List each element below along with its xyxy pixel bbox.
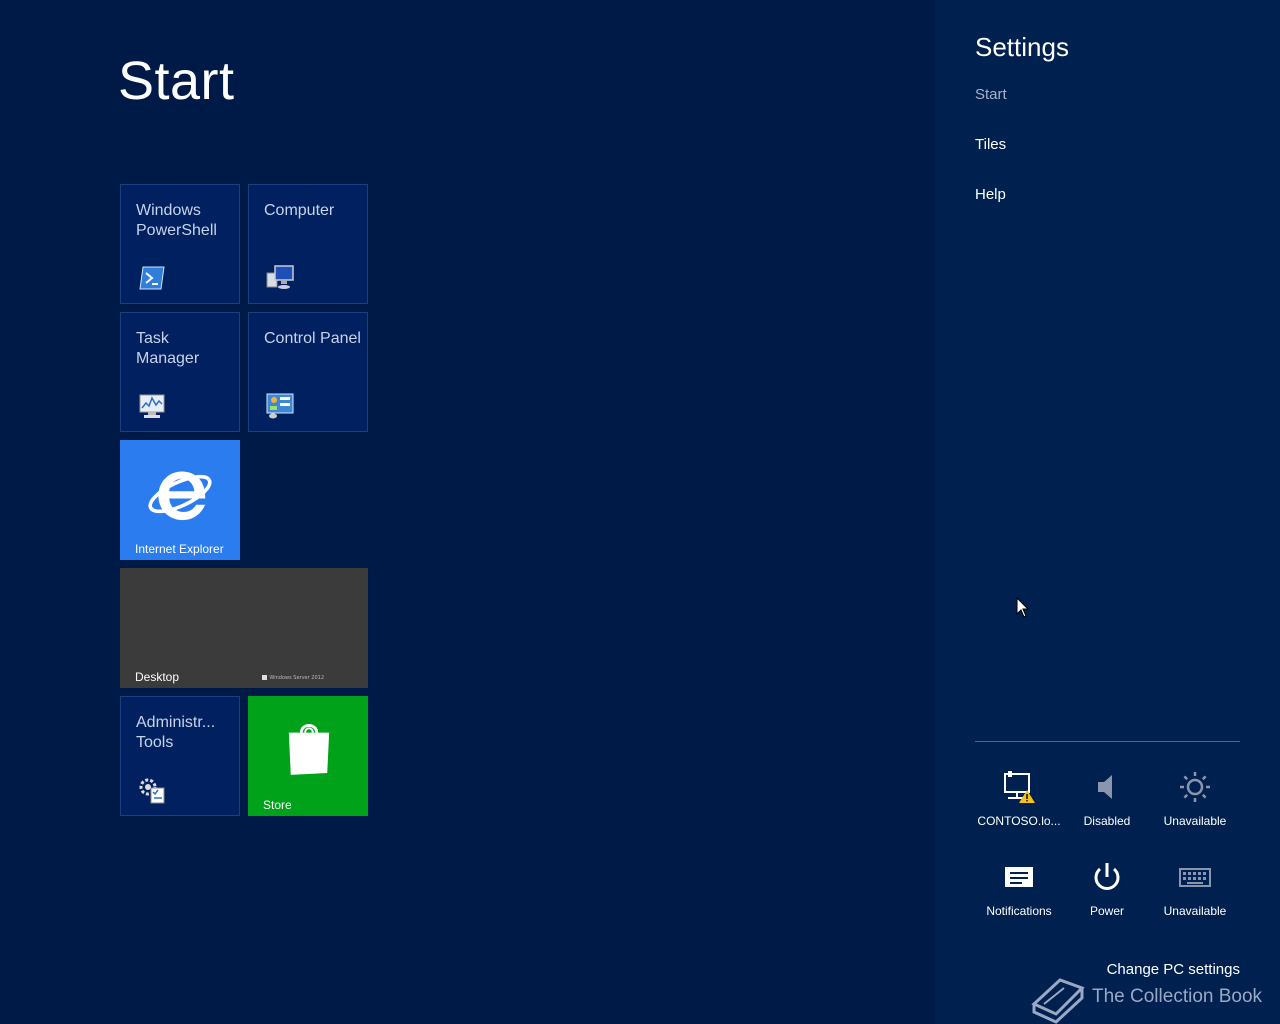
volume-label: Disabled: [1083, 814, 1131, 828]
tile-label: Computer: [264, 202, 335, 219]
brightness-icon: [1180, 772, 1210, 802]
keyboard-label: Unavailable: [1163, 904, 1227, 918]
volume-button[interactable]: Disabled: [1063, 770, 1151, 828]
admin-tools-icon: [139, 778, 165, 804]
charm-divider: [975, 741, 1240, 742]
speaker-icon: [1098, 775, 1112, 799]
tile-label: Windows PowerShell: [136, 202, 217, 239]
keyboard-button[interactable]: Unavailable: [1151, 860, 1239, 918]
windows-logo-icon: [262, 675, 268, 680]
book-icon: [1031, 978, 1085, 1024]
settings-link-tiles[interactable]: Tiles: [975, 136, 1006, 153]
network-button[interactable]: CONTOSO.lo...: [975, 770, 1063, 828]
tile-desktop[interactable]: Desktop Windows Server 2012: [120, 568, 368, 688]
network-label: CONTOSO.lo...: [977, 814, 1061, 828]
power-button[interactable]: Power: [1063, 860, 1151, 918]
notifications-label: Notifications: [986, 904, 1052, 918]
settings-title: Settings: [975, 32, 1069, 62]
watermark-text: The Collection Book: [1092, 986, 1263, 1007]
notifications-icon: [1005, 867, 1033, 887]
tile-internet-explorer[interactable]: Internet Explorer: [120, 440, 240, 560]
powershell-icon: [139, 266, 165, 290]
tile-label: Store: [263, 798, 292, 812]
tile-store[interactable]: Store: [248, 696, 368, 816]
settings-charm-panel: Settings Start Tiles Help CONTOSO.lo... …: [935, 0, 1280, 1024]
tile-task-manager[interactable]: Task Manager: [120, 312, 240, 432]
power-icon: [1094, 863, 1120, 890]
notifications-button[interactable]: Notifications: [975, 860, 1063, 918]
mouse-cursor-icon: [1016, 597, 1030, 618]
brightness-button[interactable]: Unavailable: [1151, 770, 1239, 828]
tile-label: Administr... Tools: [136, 714, 216, 751]
start-screen: Start Windows PowerShell Computer Task M…: [0, 0, 935, 1024]
tile-computer[interactable]: Computer: [248, 184, 368, 304]
tile-label: Control Panel: [264, 330, 361, 347]
task-manager-icon: [139, 394, 165, 418]
settings-link-help[interactable]: Help: [975, 186, 1006, 203]
tile-label: Task Manager: [136, 330, 200, 367]
desktop-wallpaper-text: Windows Server 2012: [269, 675, 324, 681]
settings-link-start[interactable]: Start: [975, 86, 1007, 103]
power-label: Power: [1089, 904, 1124, 918]
control-panel-icon: [266, 393, 294, 419]
start-title: Start: [118, 51, 235, 111]
computer-icon: [266, 265, 294, 289]
tile-control-panel[interactable]: Control Panel: [248, 312, 368, 432]
keyboard-icon: [1179, 868, 1211, 887]
tile-label: Internet Explorer: [135, 542, 224, 556]
desktop-wallpaper-logo: Windows Server 2012: [262, 675, 324, 681]
store-bag-icon: [288, 724, 330, 775]
watermark: The Collection Book: [1030, 972, 1270, 1024]
brightness-label: Unavailable: [1163, 814, 1227, 828]
tile-windows-powershell[interactable]: Windows PowerShell: [120, 184, 240, 304]
network-warning-icon: [1004, 771, 1035, 803]
internet-explorer-icon: [148, 471, 212, 521]
tile-administrative-tools[interactable]: Administr... Tools: [120, 696, 240, 816]
tile-label: Desktop: [135, 670, 180, 684]
